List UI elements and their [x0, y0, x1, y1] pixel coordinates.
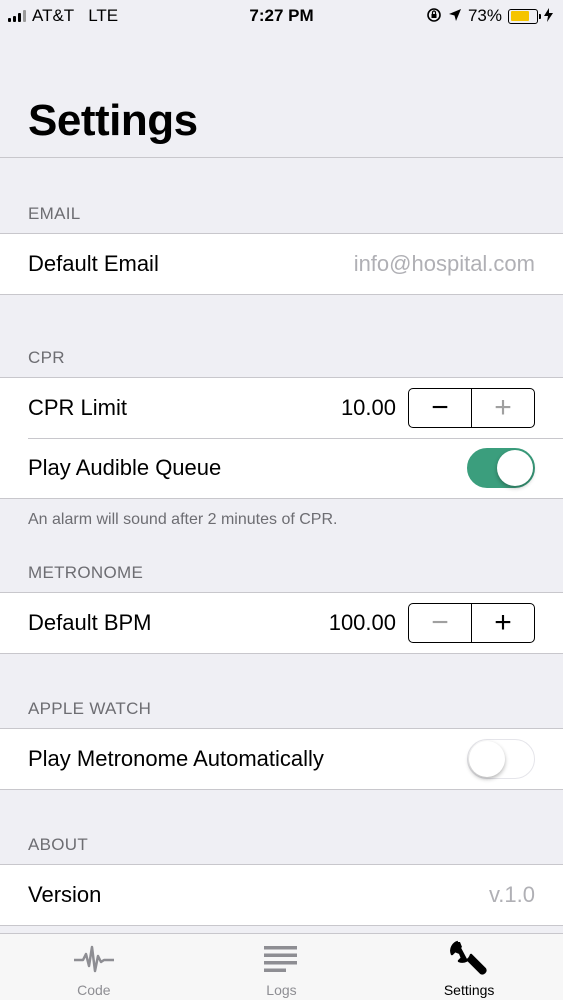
play-metronome-automatically-toggle[interactable]: [467, 739, 535, 779]
play-audible-queue-label: Play Audible Queue: [28, 455, 222, 480]
section-header-about: ABOUT: [28, 835, 89, 854]
tab-settings-label: Settings: [443, 982, 495, 998]
default-bpm-row: Default BPM 100.00 − +: [0, 593, 563, 653]
version-value: v.1.0: [488, 882, 535, 907]
cpr-limit-row: CPR Limit 10.00 − +: [0, 378, 563, 438]
play-metronome-automatically-label: Play Metronome Automatically: [28, 746, 324, 771]
tab-code[interactable]: Code: [24, 940, 164, 998]
list-lines-icon: [264, 940, 298, 978]
tab-bar: Code Logs Settings: [0, 933, 563, 1000]
default-bpm-label: Default BPM: [28, 610, 152, 635]
heartbeat-icon: [73, 940, 115, 978]
default-email-value[interactable]: info@hospital.com: [354, 251, 535, 277]
cpr-limit-decrement-button[interactable]: −: [409, 389, 471, 427]
rotation-lock-icon: [426, 7, 442, 26]
signal-icon: [8, 10, 26, 22]
default-bpm-stepper[interactable]: − +: [408, 603, 535, 643]
tab-logs-label: Logs: [266, 982, 297, 998]
status-right: 73%: [426, 6, 553, 26]
play-audible-queue-toggle[interactable]: [467, 448, 535, 488]
page-title: Settings: [28, 96, 198, 145]
email-group: Default Email info@hospital.com: [0, 233, 563, 295]
battery-icon: [508, 8, 541, 24]
carrier-label: AT&T: [32, 6, 75, 25]
network-label: LTE: [88, 6, 119, 25]
default-bpm-increment-button[interactable]: +: [471, 604, 534, 642]
cpr-limit-increment-button[interactable]: +: [471, 389, 534, 427]
cpr-group: CPR Limit 10.00 − + Play Audible Queue: [0, 377, 563, 499]
toggle-knob: [469, 741, 505, 777]
section-header-cpr: CPR: [28, 348, 65, 367]
charging-icon: [544, 7, 553, 25]
version-row: Version v.1.0: [0, 865, 563, 925]
cpr-limit-label: CPR Limit: [28, 395, 128, 420]
battery-percent: 73%: [467, 6, 502, 25]
default-email-row[interactable]: Default Email info@hospital.com: [0, 234, 563, 294]
location-icon: [448, 8, 462, 25]
section-header-metronome: METRONOME: [28, 563, 144, 582]
cpr-limit-stepper[interactable]: − +: [408, 388, 535, 428]
section-header-apple-watch: APPLE WATCH: [28, 699, 152, 718]
status-bar: AT&T LTE 7:27 PM 73%: [0, 0, 563, 32]
tab-settings[interactable]: Settings: [399, 940, 539, 998]
header-divider: [0, 157, 563, 158]
version-label: Version: [28, 882, 102, 907]
tab-code-label: Code: [77, 982, 111, 998]
about-group: Version v.1.0: [0, 864, 563, 926]
tab-logs[interactable]: Logs: [211, 940, 351, 998]
play-audible-queue-row: Play Audible Queue: [0, 438, 563, 498]
wrench-icon: [449, 940, 489, 978]
status-left: AT&T LTE: [8, 6, 118, 26]
section-header-email: EMAIL: [28, 204, 81, 223]
metronome-group: Default BPM 100.00 − +: [0, 592, 563, 654]
cpr-limit-value: 10.00: [340, 395, 396, 420]
apple-watch-group: Play Metronome Automatically: [0, 728, 563, 790]
default-bpm-value: 100.00: [328, 610, 396, 635]
cpr-footer-note: An alarm will sound after 2 minutes of C…: [28, 511, 338, 528]
default-bpm-decrement-button[interactable]: −: [409, 604, 471, 642]
toggle-knob: [497, 450, 533, 486]
play-metronome-automatically-row: Play Metronome Automatically: [0, 729, 563, 789]
default-email-label: Default Email: [28, 251, 159, 276]
